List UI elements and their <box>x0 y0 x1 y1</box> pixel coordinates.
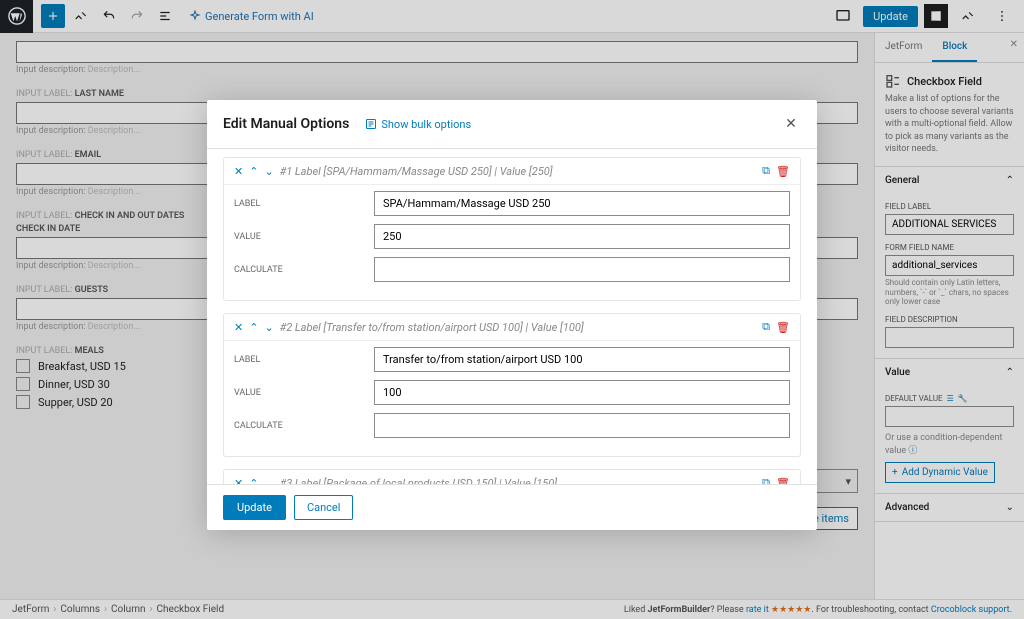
move-down-icon[interactable]: ⌄ <box>264 321 273 334</box>
move-down-icon[interactable]: ⌄ <box>264 165 273 178</box>
move-down-icon[interactable]: ⌄ <box>264 477 273 485</box>
option-value-input[interactable] <box>374 380 790 405</box>
option-card: ✕ ⌃ ⌄ #2 Label [Transfer to/from station/ai… <box>223 313 801 457</box>
modal-title: Edit Manual Options <box>223 116 349 132</box>
close-icon[interactable]: ✕ <box>781 114 801 134</box>
option-calculate-input[interactable] <box>374 413 790 438</box>
move-up-icon[interactable]: ⌃ <box>249 165 258 178</box>
option-summary: #1 Label [SPA/Hammam/Massage USD 250] | … <box>280 165 553 178</box>
remove-icon[interactable]: ✕ <box>234 165 243 178</box>
copy-icon[interactable]: ⧉ <box>762 476 770 484</box>
delete-icon[interactable]: 🗑 <box>776 165 790 178</box>
option-calculate-input[interactable] <box>374 257 790 282</box>
option-value-input[interactable] <box>374 224 790 249</box>
modal-cancel-button[interactable]: Cancel <box>294 495 353 520</box>
remove-icon[interactable]: ✕ <box>234 321 243 334</box>
option-card: ✕ ⌃ ⌄ #1 Label [SPA/Hammam/Massage USD 250]… <box>223 157 801 301</box>
option-summary: #2 Label [Transfer to/from station/airpo… <box>280 321 584 334</box>
edit-manual-options-modal: Edit Manual Options Show bulk options ✕ … <box>207 100 817 530</box>
show-bulk-options-link[interactable]: Show bulk options <box>365 118 471 131</box>
modal-update-button[interactable]: Update <box>223 495 286 520</box>
option-card: ✕ ⌃ ⌄ #3 Label [Package of local products U… <box>223 469 801 484</box>
delete-icon[interactable]: 🗑 <box>776 321 790 334</box>
copy-icon[interactable]: ⧉ <box>762 164 770 178</box>
option-summary: #3 Label [Package of local products USD … <box>280 477 557 485</box>
delete-icon[interactable]: 🗑 <box>776 477 790 485</box>
move-up-icon[interactable]: ⌃ <box>249 321 258 334</box>
option-label-input[interactable] <box>374 347 790 372</box>
move-up-icon[interactable]: ⌃ <box>249 477 258 485</box>
copy-icon[interactable]: ⧉ <box>762 320 770 334</box>
remove-icon[interactable]: ✕ <box>234 477 243 485</box>
option-label-input[interactable] <box>374 191 790 216</box>
